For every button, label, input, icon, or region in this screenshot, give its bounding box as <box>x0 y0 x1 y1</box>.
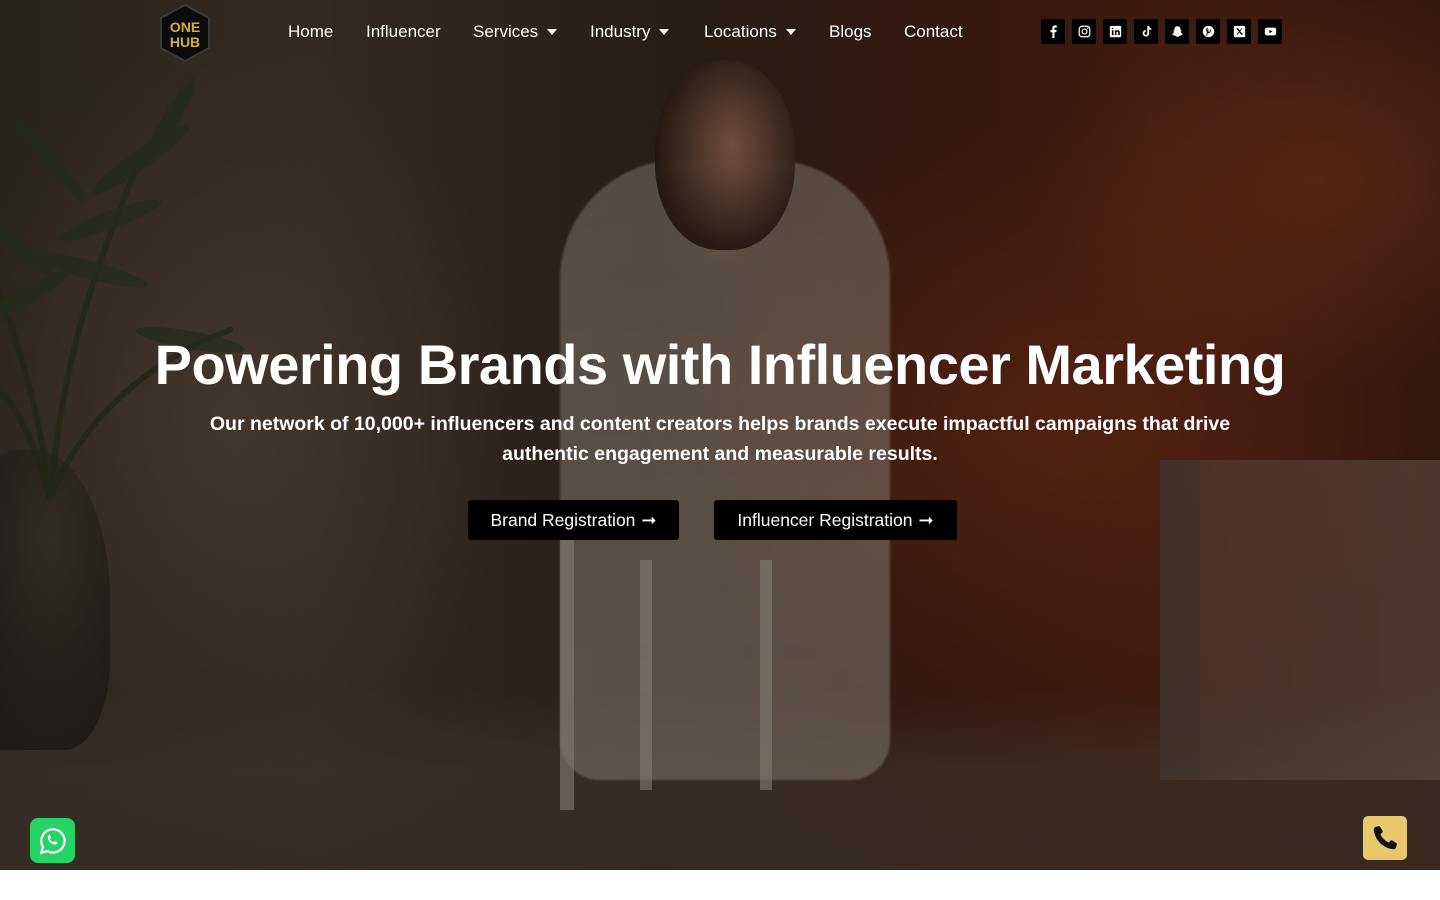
instagram-link[interactable] <box>1072 19 1096 44</box>
phone-icon <box>1373 826 1397 850</box>
nav-item-industry[interactable]: Industry <box>590 22 704 42</box>
logo-text-line-2: HUB <box>170 34 200 50</box>
arrow-right-icon: ➞ <box>641 509 657 530</box>
page-below-hero <box>0 870 1440 900</box>
hero-section: ONE HUB Home Influencer Services Industr… <box>0 0 1440 870</box>
whatsapp-chat-button[interactable] <box>30 818 75 863</box>
chevron-down-icon <box>785 29 796 35</box>
tiktok-link[interactable] <box>1134 19 1158 44</box>
nav-item-contact[interactable]: Contact <box>904 22 974 42</box>
hero-headline: Powering Brands with Influencer Marketin… <box>154 333 1286 396</box>
brand-registration-label: Brand Registration <box>490 509 636 530</box>
nav-item-label: Locations <box>704 22 777 41</box>
nav-item-label: Blogs <box>829 22 872 41</box>
chevron-down-icon <box>659 29 670 35</box>
influencer-registration-button[interactable]: Influencer Registration ➞ <box>714 500 957 540</box>
logo-text-line-1: ONE <box>170 19 200 35</box>
onehub-hexagon-logo-icon: ONE HUB <box>160 3 210 63</box>
phone-call-button[interactable] <box>1363 816 1407 860</box>
nav-item-label: Influencer <box>366 22 441 41</box>
social-links <box>1041 19 1282 44</box>
nav-item-blogs[interactable]: Blogs <box>829 22 904 42</box>
x-twitter-link[interactable] <box>1227 19 1251 44</box>
facebook-icon <box>1049 25 1057 38</box>
site-logo[interactable]: ONE HUB <box>158 3 212 63</box>
pinterest-icon <box>1202 25 1214 38</box>
hero-subtext: Our network of 10,000+ influencers and c… <box>209 413 1231 465</box>
nav-item-locations[interactable]: Locations <box>704 22 829 42</box>
nav-item-home[interactable]: Home <box>288 22 366 42</box>
linkedin-icon <box>1109 25 1121 38</box>
nav-item-label: Industry <box>590 22 651 41</box>
instagram-icon <box>1078 25 1090 38</box>
nav-item-label: Home <box>288 22 334 41</box>
main-navigation: Home Influencer Services Industry Locati… <box>288 20 974 44</box>
influencer-registration-label: Influencer Registration <box>737 509 913 530</box>
facebook-link[interactable] <box>1041 19 1065 44</box>
arrow-right-icon: ➞ <box>918 509 934 530</box>
nav-item-label: Contact <box>904 22 963 41</box>
tiktok-icon <box>1142 25 1151 37</box>
youtube-link[interactable] <box>1258 19 1282 44</box>
chevron-down-icon <box>547 29 558 35</box>
whatsapp-icon <box>39 827 66 854</box>
snapchat-icon <box>1171 26 1183 37</box>
brand-registration-button[interactable]: Brand Registration ➞ <box>468 500 679 540</box>
nav-item-label: Services <box>473 22 539 41</box>
nav-item-influencer[interactable]: Influencer <box>366 22 473 42</box>
pinterest-link[interactable] <box>1196 19 1220 44</box>
linkedin-link[interactable] <box>1103 19 1127 44</box>
youtube-icon <box>1264 27 1276 36</box>
snapchat-link[interactable] <box>1165 19 1189 44</box>
nav-item-services[interactable]: Services <box>473 22 590 42</box>
x-twitter-icon <box>1233 25 1245 38</box>
